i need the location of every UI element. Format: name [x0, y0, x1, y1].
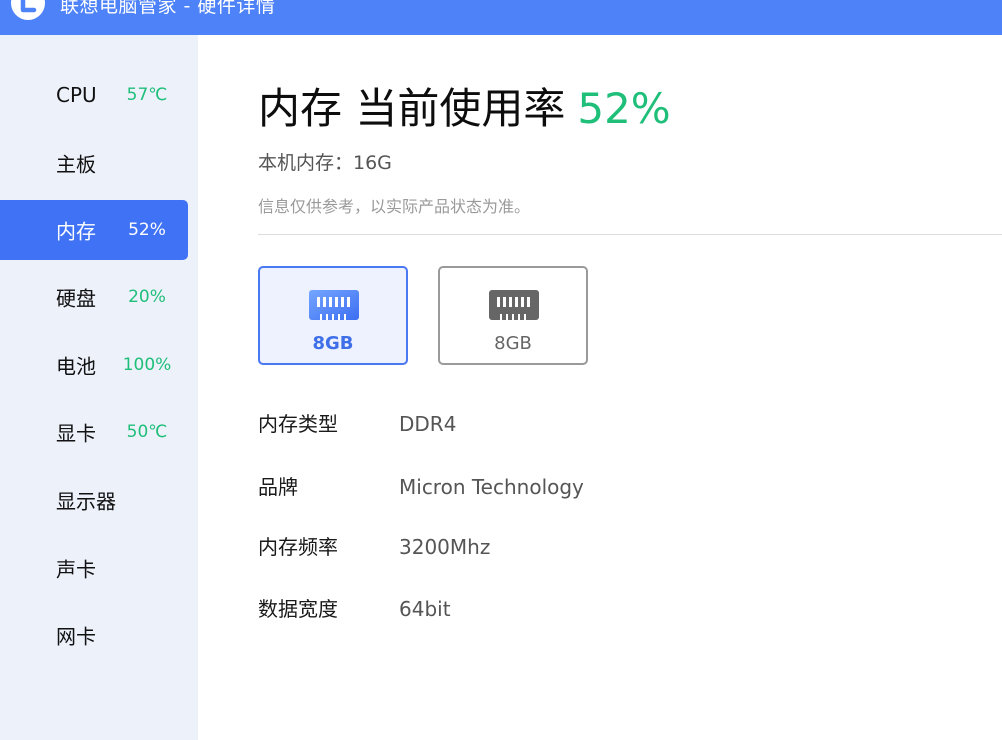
memory-module-capacity: 8GB	[312, 333, 354, 354]
sidebar-item-value: 57℃	[126, 85, 168, 105]
spec-row-brand: 品牌 Micron Technology	[258, 472, 958, 502]
sidebar-item-display[interactable]: 显示器	[0, 470, 188, 530]
spec-row-frequency: 内存频率 3200Mhz	[258, 532, 958, 562]
spec-row-memory-type: 内存类型 DDR4	[258, 409, 958, 439]
sidebar: CPU 57℃ 主板 内存 52% 硬盘 20% 电池 100% 显卡 50℃ …	[0, 35, 198, 740]
title-bar: 联想电脑管家 - 硬件详情	[0, 0, 1002, 35]
sidebar-item-label: 网卡	[56, 624, 96, 649]
spec-key: 内存频率	[258, 535, 338, 559]
sidebar-item-label: 主板	[56, 152, 96, 177]
ram-module-icon	[309, 290, 359, 320]
ram-module-icon	[489, 290, 539, 320]
sidebar-item-memory[interactable]: 内存 52%	[0, 200, 188, 260]
sidebar-item-value: 52%	[128, 220, 166, 240]
memory-module-card-2[interactable]: 8GB	[438, 266, 588, 365]
spec-value: 64bit	[399, 597, 451, 621]
sidebar-item-value: 50℃	[126, 422, 168, 442]
memory-module-capacity: 8GB	[494, 333, 532, 354]
sidebar-item-label: 显示器	[56, 489, 116, 514]
lenovo-logo-icon	[11, 0, 45, 20]
sidebar-item-disk[interactable]: 硬盘 20%	[0, 267, 188, 327]
disclaimer-text: 信息仅供参考，以实际产品状态为准。	[258, 197, 531, 216]
sidebar-item-label: 电池	[56, 354, 96, 379]
sidebar-item-label: 内存	[56, 219, 96, 244]
sidebar-item-label: 硬盘	[56, 286, 96, 311]
memory-module-card-1[interactable]: 8GB	[258, 266, 408, 365]
divider	[258, 234, 1002, 235]
sidebar-item-label: CPU	[56, 83, 97, 107]
spec-value: DDR4	[399, 412, 457, 436]
sidebar-item-gpu[interactable]: 显卡 50℃	[0, 402, 188, 462]
sidebar-item-label: 显卡	[56, 421, 96, 446]
spec-value: Micron Technology	[399, 475, 584, 499]
spec-key: 品牌	[258, 475, 298, 499]
sidebar-item-sound-card[interactable]: 声卡	[0, 538, 188, 598]
sidebar-item-value: 20%	[128, 287, 166, 307]
page-title-text: 内存 当前使用率	[258, 84, 566, 133]
sidebar-item-value: 100%	[122, 355, 172, 375]
sidebar-item-battery[interactable]: 电池 100%	[0, 335, 188, 395]
page-title: 内存 当前使用率 52%	[258, 81, 671, 137]
sidebar-item-network-card[interactable]: 网卡	[0, 605, 188, 665]
spec-value: 3200Mhz	[399, 535, 491, 559]
total-memory-text: 本机内存：16G	[258, 152, 392, 174]
spec-key: 数据宽度	[258, 597, 338, 621]
memory-usage-percent: 52%	[577, 84, 671, 133]
main-panel: 内存 当前使用率52% 本机内存：16G 信息仅供参考，以实际产品状态为准。	[198, 35, 1002, 740]
spec-row-data-width: 数据宽度 64bit	[258, 594, 958, 624]
sidebar-item-cpu[interactable]: CPU 57℃	[0, 65, 188, 125]
spec-key: 内存类型	[258, 412, 338, 436]
sidebar-item-label: 声卡	[56, 557, 96, 582]
sidebar-item-motherboard[interactable]: 主板	[0, 133, 188, 193]
window-title: 联想电脑管家 - 硬件详情	[60, 0, 276, 17]
